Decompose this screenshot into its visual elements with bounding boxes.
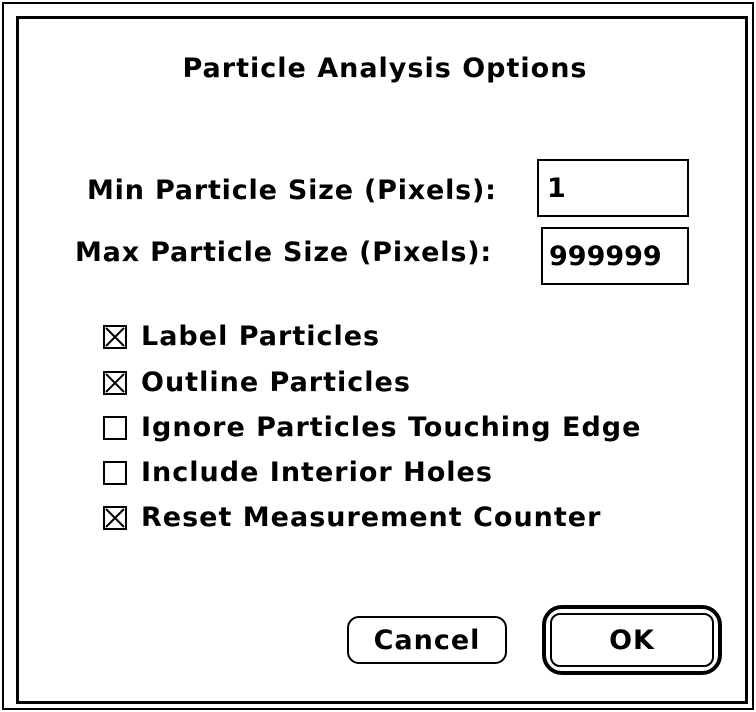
- max-size-label: Max Particle Size (Pixels):: [75, 237, 492, 268]
- interior-holes-text: Include Interior Holes: [141, 457, 493, 488]
- outline-particles-text: Outline Particles: [141, 367, 411, 398]
- max-size-input[interactable]: 999999: [541, 227, 689, 285]
- min-size-input[interactable]: 1: [537, 159, 689, 217]
- label-particles-text: Label Particles: [141, 321, 381, 352]
- cancel-button[interactable]: Cancel: [347, 616, 507, 664]
- interior-holes-checkbox[interactable]: [103, 460, 127, 485]
- checkmark-x-icon: [105, 507, 125, 528]
- option-outline-particles[interactable]: Outline Particles: [103, 369, 411, 396]
- dialog-frame: Particle Analysis Options Min Particle S…: [16, 16, 748, 704]
- reset-counter-text: Reset Measurement Counter: [141, 502, 602, 533]
- label-particles-checkbox[interactable]: [103, 324, 127, 349]
- ignore-edge-text: Ignore Particles Touching Edge: [141, 412, 642, 443]
- ok-button[interactable]: OK: [550, 613, 714, 667]
- dialog-title: Particle Analysis Options: [182, 53, 588, 84]
- outline-particles-checkbox[interactable]: [103, 370, 127, 395]
- checkmark-x-icon: [105, 326, 125, 347]
- option-reset-counter[interactable]: Reset Measurement Counter: [103, 504, 601, 531]
- option-ignore-edge[interactable]: Ignore Particles Touching Edge: [103, 414, 641, 441]
- checkmark-x-icon: [105, 372, 125, 393]
- option-interior-holes[interactable]: Include Interior Holes: [103, 459, 493, 486]
- option-label-particles[interactable]: Label Particles: [103, 323, 380, 350]
- dialog-window: Particle Analysis Options Min Particle S…: [2, 2, 754, 710]
- ignore-edge-checkbox[interactable]: [103, 415, 127, 440]
- min-size-label: Min Particle Size (Pixels):: [87, 175, 497, 206]
- reset-counter-checkbox[interactable]: [103, 505, 127, 530]
